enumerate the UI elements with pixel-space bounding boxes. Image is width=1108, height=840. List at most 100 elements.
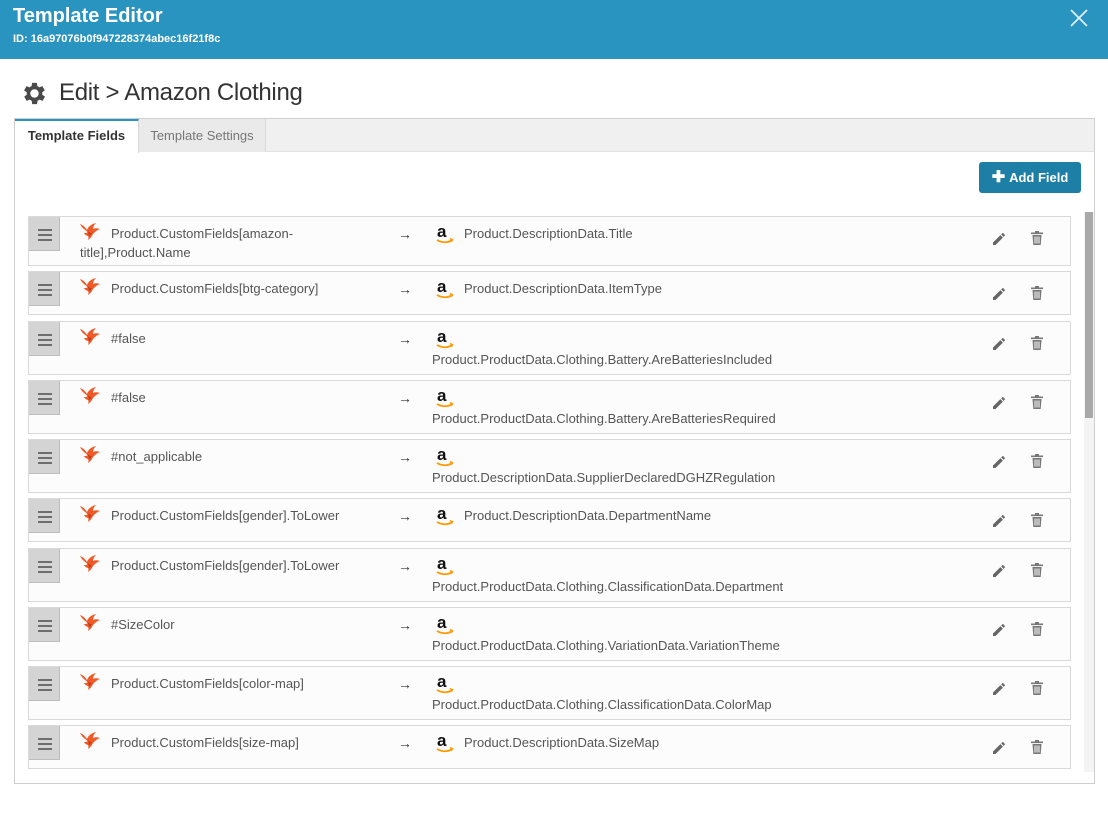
svg-text:a: a <box>437 673 447 691</box>
delete-icon[interactable] <box>1030 739 1044 755</box>
svg-text:a: a <box>437 555 447 573</box>
delete-icon[interactable] <box>1030 680 1044 696</box>
edit-icon[interactable] <box>991 336 1007 352</box>
target-field: Product.DescriptionData.SupplierDeclared… <box>432 470 776 485</box>
field-mapping-row: #false → a Product.ProductData.Clothing.Bat… <box>28 380 1071 434</box>
scrollbar[interactable] <box>1084 212 1094 772</box>
drag-handle-icon[interactable] <box>29 322 60 356</box>
drag-handle-icon[interactable] <box>29 440 60 474</box>
edit-icon[interactable] <box>991 286 1007 302</box>
arrow-icon: → <box>398 226 412 242</box>
amazon-icon: a <box>434 672 456 695</box>
amazon-icon: a <box>434 222 456 245</box>
page-heading: Edit > Amazon Clothing <box>20 77 303 109</box>
editor-panel: Template Fields Template Settings ✚ Add … <box>14 118 1095 784</box>
tab-bar: Template Fields Template Settings <box>15 119 1094 153</box>
arrow-icon: → <box>398 281 412 297</box>
arrow-icon: → <box>398 735 412 751</box>
target-field: Product.DescriptionData.Title <box>464 226 633 241</box>
target-field: Product.DescriptionData.DepartmentName <box>464 508 712 523</box>
arrow-icon: → <box>398 508 412 524</box>
field-mapping-row: #not_applicable → a Product.DescriptionData… <box>28 439 1071 493</box>
source-field: #false <box>111 390 146 405</box>
delete-icon[interactable] <box>1030 512 1044 528</box>
delete-icon[interactable] <box>1030 453 1044 469</box>
drag-handle-icon[interactable] <box>29 272 60 306</box>
drag-handle-icon[interactable] <box>29 499 60 533</box>
field-mapping-row: #false → a Product.ProductData.Clothing.Bat… <box>28 321 1071 375</box>
source-field: Product.CustomFields[gender].ToLower <box>111 558 340 573</box>
amazon-icon: a <box>434 554 456 577</box>
edit-icon[interactable] <box>991 740 1007 756</box>
page-title: Edit > Amazon Clothing <box>59 79 303 106</box>
dialog-title: Template Editor <box>13 5 163 27</box>
edit-icon[interactable] <box>991 454 1007 470</box>
scrollbar-thumb[interactable] <box>1085 212 1093 418</box>
delete-icon[interactable] <box>1030 335 1044 351</box>
plus-icon: ✚ <box>991 168 1006 186</box>
edit-icon[interactable] <box>991 622 1007 638</box>
target-field: Product.ProductData.Clothing.Battery.Are… <box>432 352 773 367</box>
svg-text:a: a <box>437 278 447 296</box>
svg-text:a: a <box>437 328 447 346</box>
amazon-icon: a <box>434 277 456 300</box>
svg-text:a: a <box>437 387 447 405</box>
amazon-icon: a <box>434 731 456 754</box>
amazon-icon: a <box>434 613 456 636</box>
target-field: Product.ProductData.Clothing.Classificat… <box>432 697 772 712</box>
add-field-label: Add Field <box>1009 170 1069 185</box>
drag-handle-icon[interactable] <box>29 549 60 583</box>
drag-handle-icon[interactable] <box>29 667 60 701</box>
amazon-icon: a <box>434 445 456 468</box>
arrow-icon: → <box>398 617 412 633</box>
edit-icon[interactable] <box>991 231 1007 247</box>
source-field: #SizeColor <box>111 617 175 632</box>
arrow-icon: → <box>398 390 412 406</box>
field-mapping-row: Product.CustomFields[btg-category] → a Prod… <box>28 271 1071 315</box>
tab-template-settings[interactable]: Template Settings <box>139 119 266 152</box>
source-field: #false <box>111 331 146 346</box>
field-mapping-row: Product.CustomFields[gender].ToLower → a Pr… <box>28 498 1071 542</box>
amazon-icon: a <box>434 504 456 527</box>
arrow-icon: → <box>398 449 412 465</box>
close-icon[interactable] <box>1068 7 1090 29</box>
target-field: Product.ProductData.Clothing.VariationDa… <box>432 638 780 653</box>
field-mapping-row: #SizeColor → a Product.ProductData.Clothing… <box>28 607 1071 661</box>
svg-text:a: a <box>437 505 447 523</box>
edit-icon[interactable] <box>991 681 1007 697</box>
edit-icon[interactable] <box>991 395 1007 411</box>
target-field: Product.DescriptionData.SizeMap <box>464 735 660 750</box>
target-field: Product.ProductData.Clothing.Classificat… <box>432 579 784 594</box>
field-mapping-row: Product.CustomFields[color-map] → a Product… <box>28 666 1071 720</box>
svg-text:a: a <box>437 732 447 750</box>
arrow-icon: → <box>398 676 412 692</box>
edit-icon[interactable] <box>991 513 1007 529</box>
template-id: ID: 16a97076b0f947228374abec16f21f8c <box>13 33 221 45</box>
delete-icon[interactable] <box>1030 285 1044 301</box>
source-field: Product.CustomFields[size-map] <box>111 735 299 750</box>
source-field: Product.CustomFields[btg-category] <box>111 281 319 296</box>
tab-template-fields[interactable]: Template Fields <box>15 119 139 153</box>
target-field: Product.ProductData.Clothing.Battery.Are… <box>432 411 776 426</box>
svg-text:a: a <box>437 223 447 241</box>
edit-icon[interactable] <box>991 563 1007 579</box>
delete-icon[interactable] <box>1030 621 1044 637</box>
field-mapping-row: Product.CustomFields[amazon-title],Produ… <box>28 216 1071 266</box>
drag-handle-icon[interactable] <box>29 217 60 251</box>
source-field: Product.CustomFields[gender].ToLower <box>111 508 340 523</box>
amazon-icon: a <box>434 327 456 350</box>
delete-icon[interactable] <box>1030 230 1044 246</box>
gear-icon <box>24 82 46 104</box>
drag-handle-icon[interactable] <box>29 381 60 415</box>
dialog-header: Template Editor ID: 16a97076b0f947228374… <box>0 0 1108 59</box>
add-field-button[interactable]: ✚ Add Field <box>979 162 1081 193</box>
drag-handle-icon[interactable] <box>29 608 60 642</box>
source-field: Product.CustomFields[color-map] <box>111 676 304 691</box>
drag-handle-icon[interactable] <box>29 726 60 760</box>
target-field: Product.DescriptionData.ItemType <box>464 281 662 296</box>
delete-icon[interactable] <box>1030 394 1044 410</box>
delete-icon[interactable] <box>1030 562 1044 578</box>
field-mapping-row: Product.CustomFields[gender].ToLower → a Pr… <box>28 548 1071 602</box>
source-field: #not_applicable <box>111 449 203 464</box>
source-field: Product.CustomFields[amazon-title],Produ… <box>80 226 294 260</box>
